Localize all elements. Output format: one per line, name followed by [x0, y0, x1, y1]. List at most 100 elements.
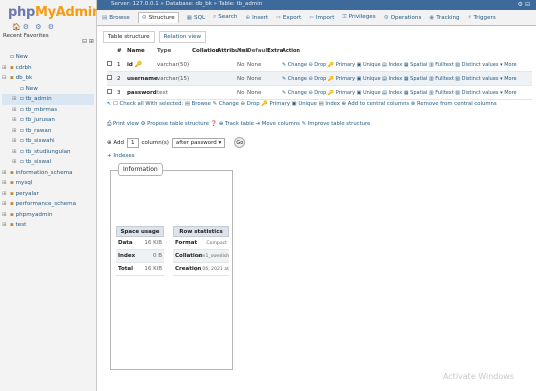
tab-browse[interactable]: ▤ Browse: [102, 15, 130, 21]
structure-table: # Name Type Collation Attributes Null De…: [107, 48, 532, 100]
tree-node-icon: ▪: [10, 169, 14, 176]
row-checkbox[interactable]: [107, 61, 112, 66]
tree-item[interactable]: ⊞ ▫ tb_siswal: [2, 157, 94, 168]
space-usage-row: Index 0 B: [116, 250, 164, 263]
tab-tracking[interactable]: ◉ Tracking: [429, 15, 459, 21]
tree-node-icon: ▪: [10, 201, 14, 207]
phpmyadmin-logo[interactable]: phpMyAdmin: [8, 5, 101, 20]
tree-node-icon: ▫: [20, 127, 24, 134]
tab-icon: ⇦: [309, 14, 314, 21]
database-tree: ▫ New ⊞ ▪ cdrbh ⊟ ▪ db_bk ▫ New ⊞ ▫ tb_admin ⊞ ▫ …: [2, 52, 94, 231]
collapse-all-icon[interactable]: ⊟ ⊞: [82, 38, 94, 45]
tab-export[interactable]: ⇨ Export: [276, 15, 301, 21]
expand-icon[interactable]: ⊞: [2, 199, 10, 210]
header-name[interactable]: Name: [127, 48, 157, 58]
column-name[interactable]: id 🔑: [127, 61, 157, 68]
breadcrumb[interactable]: Server: 127.0.0.1 » Database: db_bk » Ta…: [111, 1, 262, 7]
expand-icon[interactable]: ⊞: [12, 115, 20, 126]
expand-icon[interactable]: ⊞: [2, 210, 10, 221]
tab-privileges[interactable]: ⚿ Privileges: [342, 14, 375, 21]
expand-icon[interactable]: ⊞: [2, 178, 10, 189]
row-statistics-table: Row statistics Format Compact Collation …: [173, 226, 229, 276]
tree-item[interactable]: ⊞ ▫ tb_siswahi: [2, 136, 94, 147]
tree-item[interactable]: ⊞ ▪ performance_schema: [2, 199, 94, 210]
expand-icon[interactable]: ⊟: [2, 73, 10, 84]
row-checkbox[interactable]: [107, 89, 112, 94]
tab-icon: ▦: [186, 14, 193, 21]
row-checkbox[interactable]: [107, 75, 112, 80]
row-actions[interactable]: ✎ Change ⊖ Drop 🔑 Primary ▣ Unique ▤ Ind…: [282, 90, 532, 96]
column-position-select[interactable]: after password ▾: [171, 137, 226, 148]
row-actions[interactable]: ✎ Change ⊖ Drop 🔑 Primary ▣ Unique ▤ Ind…: [282, 62, 532, 68]
subtab-table-structure[interactable]: Table structure: [103, 31, 155, 43]
with-selected-actions[interactable]: ↖ ☐ Check all With selected: ▤ Browse ✎ …: [107, 101, 497, 107]
expand-icon[interactable]: ⊞: [12, 136, 20, 147]
tree-item[interactable]: ▫ New: [2, 84, 94, 95]
tree-item[interactable]: ⊞ ▫ tb_jurusan: [2, 115, 94, 126]
recent-favorites-tabs[interactable]: Recent Favorites: [3, 33, 49, 39]
column-name[interactable]: password: [127, 89, 157, 96]
tree-item[interactable]: ⊟ ▪ db_bk: [2, 73, 94, 84]
expand-icon[interactable]: ⊞: [12, 126, 20, 137]
row-number: 3: [117, 89, 121, 96]
tree-item[interactable]: ▫ New: [2, 52, 94, 63]
column-name[interactable]: username: [127, 75, 158, 82]
header-collation: Collation: [192, 48, 220, 54]
indexes-toggle[interactable]: + Indexes: [107, 153, 135, 159]
tree-item[interactable]: ⊞ ▪ information_schema: [2, 168, 94, 179]
expand-icon[interactable]: ⊞: [2, 189, 10, 200]
settings-icon[interactable]: ⚙ ⊟: [518, 1, 530, 8]
tab-triggers[interactable]: ⚡ Triggers: [468, 15, 496, 21]
tree-node-icon: ▫: [20, 138, 24, 144]
header-extra: Extra: [267, 48, 284, 54]
space-usage-row: Data 16 KiB: [116, 237, 164, 250]
tree-item[interactable]: ⊞ ▫ tb_mbrmas: [2, 105, 94, 116]
table-tools-links[interactable]: ⎙ Print view ⚙ Propose table structure ❓…: [107, 121, 370, 128]
tab-label: Triggers: [473, 14, 496, 21]
tree-item[interactable]: ⊞ ▫ tb_studiungulan: [2, 147, 94, 158]
expand-icon[interactable]: ⊞: [12, 105, 20, 116]
expand-icon[interactable]: ⊞: [12, 147, 20, 158]
tab-import[interactable]: ⇦ Import: [309, 15, 334, 21]
add-column-row: ⊕ Add 1 column(s) after password ▾ Go: [107, 137, 246, 148]
tree-item[interactable]: ⊞ ▪ mysql: [2, 178, 94, 189]
column-type: varchar(15): [157, 75, 190, 82]
column-null: No: [237, 61, 245, 68]
column-type: text: [157, 89, 168, 96]
tree-item[interactable]: ⊞ ▫ tb_rawan: [2, 126, 94, 137]
subtab-relation-view[interactable]: Relation view: [158, 31, 207, 43]
go-button[interactable]: Go: [234, 137, 246, 148]
tree-item[interactable]: ⊞ ▪ phpmyadmin: [2, 210, 94, 221]
row-actions[interactable]: ✎ Change ⊖ Drop 🔑 Primary ▣ Unique ▤ Ind…: [282, 76, 532, 82]
tab-label: SQL: [194, 14, 206, 21]
expand-icon[interactable]: ⊞: [2, 168, 10, 179]
tree-item[interactable]: ⊞ ▫ tb_admin: [2, 94, 94, 105]
tree-item-label: tb_siswahi: [25, 138, 55, 144]
tab-operations[interactable]: ⚙ Operations: [384, 15, 422, 21]
columns-label: column(s): [141, 139, 169, 146]
tree-item[interactable]: ⊞ ▪ cdrbh: [2, 63, 94, 74]
tab-structure[interactable]: ⚙ Structure: [137, 12, 179, 23]
header-type: Type: [157, 48, 172, 54]
tab-icon: ▤: [102, 14, 108, 21]
tree-item-label: New: [25, 85, 38, 92]
tree-item[interactable]: ⊞ ▪ peryalar: [2, 189, 94, 200]
space-usage-table: Space usage Data 16 KiB Index 0 B Total …: [116, 226, 164, 276]
column-null: No: [237, 75, 245, 82]
tab-insert[interactable]: ⊕ Insert: [245, 15, 268, 21]
expand-icon[interactable]: ⊞: [2, 220, 10, 231]
nav-home-settings-icons[interactable]: 🏠⚙ ⚙ ⚙: [12, 23, 56, 31]
tab-search[interactable]: ⌕ Search: [213, 14, 237, 21]
tree-item-label: New: [15, 54, 28, 60]
expand-icon[interactable]: ⊞: [12, 157, 20, 168]
tab-label: Browse: [109, 14, 130, 21]
expand-icon[interactable]: ⊞: [12, 94, 20, 105]
tree-node-icon: ▪: [10, 75, 14, 81]
tree-item[interactable]: ⊞ ▪ test: [2, 220, 94, 231]
tree-item-label: tb_studiungulan: [25, 148, 71, 155]
structure-rows: 1 id 🔑 varchar(50) No None ✎ Change ⊖ Drop 🔑 …: [107, 58, 532, 100]
tab-sql[interactable]: ▦ SQL: [187, 15, 205, 21]
expand-icon[interactable]: ⊞: [2, 63, 10, 74]
tree-item-label: information_schema: [15, 169, 73, 176]
column-count-input[interactable]: 1: [127, 137, 139, 148]
